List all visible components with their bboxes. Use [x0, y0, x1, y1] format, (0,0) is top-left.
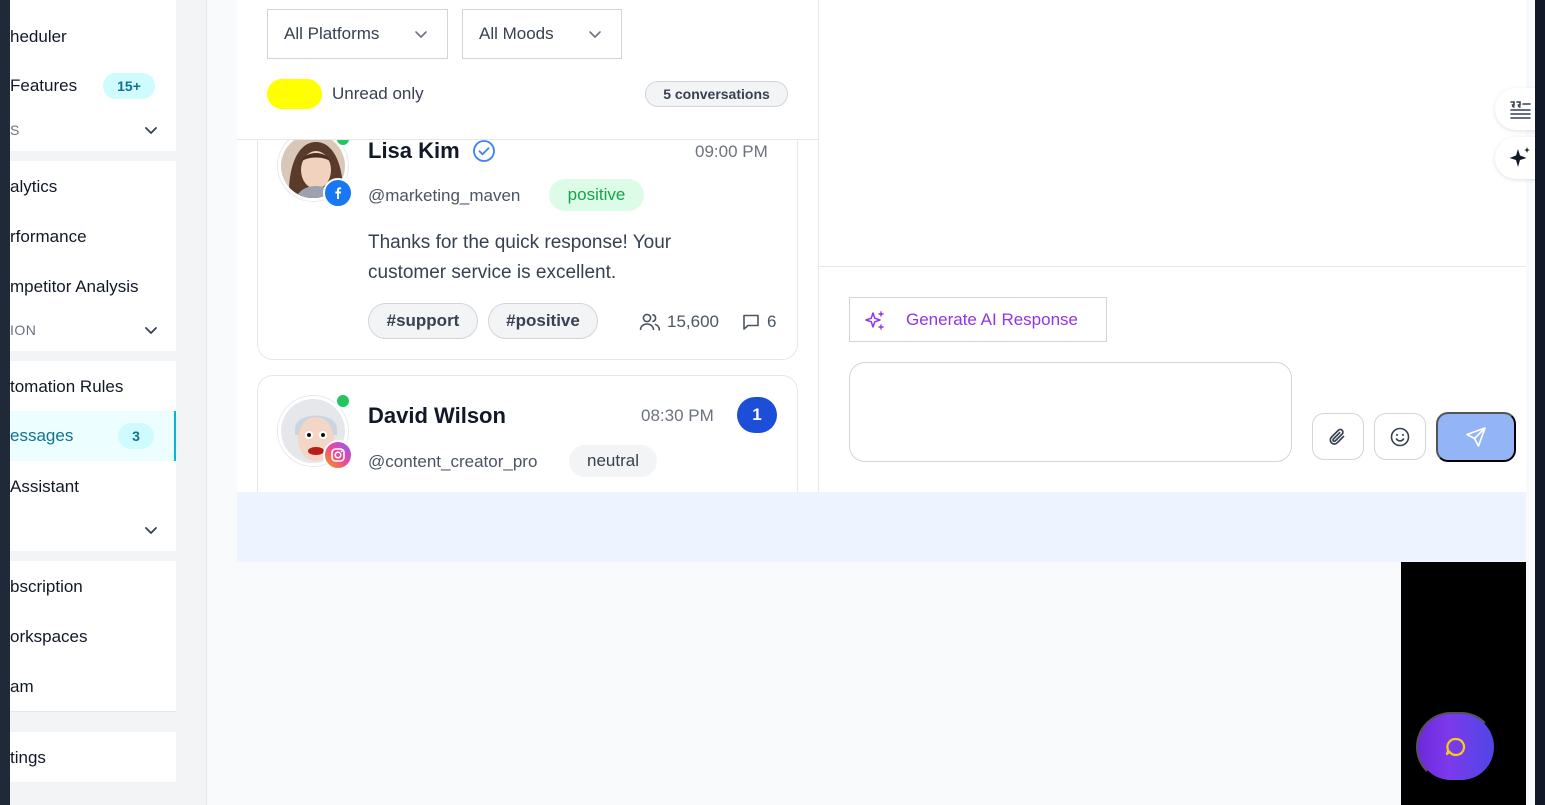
online-status-dot — [335, 393, 351, 409]
instagram-icon — [323, 440, 353, 470]
sidebar-item-label: Assistant — [10, 477, 79, 496]
sidebar-item-label: alytics — [10, 177, 58, 196]
sidebar-item-scheduler[interactable]: heduler — [10, 12, 176, 62]
sidebar-item-team[interactable]: am — [10, 662, 176, 712]
window-edge-left — [0, 0, 10, 805]
send-button[interactable] — [1436, 412, 1516, 462]
sidebar-item-label: essages — [10, 426, 74, 445]
chevron-down-icon — [145, 527, 157, 534]
contact-handle: @content_creator_pro — [368, 452, 538, 471]
comments-stat: 6 — [741, 312, 776, 332]
facebook-icon — [323, 178, 353, 208]
chevron-down-icon — [415, 31, 427, 38]
sidebar-section-label: S — [10, 122, 20, 138]
message-time: 08:30 PM — [641, 406, 714, 425]
sidebar-item-label: tings — [10, 748, 46, 767]
users-icon — [639, 313, 661, 331]
sparkles-icon — [865, 311, 884, 330]
mood-filter-dropdown[interactable]: All Moods — [462, 9, 622, 59]
unread-count-badge: 1 — [737, 397, 777, 433]
conversation-filters: All Platforms All Moods Unread only 5 co… — [237, 0, 818, 140]
paperclip-icon — [1329, 428, 1345, 445]
sidebar-section-toggle-2[interactable]: ION — [10, 310, 176, 350]
conversation-card[interactable]: Lisa Kim 09:00 PM @marketing_maven posit… — [257, 110, 798, 360]
message-time: 09:00 PM — [695, 142, 768, 161]
unread-only-label: Unread only — [332, 84, 424, 103]
sidebar-item-analytics[interactable]: alytics — [10, 162, 176, 212]
mood-badge: positive — [549, 179, 644, 211]
sidebar-item-automation-rules[interactable]: tomation Rules — [10, 362, 176, 412]
followers-stat: 15,600 — [639, 312, 719, 332]
mood-badge: neutral — [569, 445, 657, 477]
comment-icon — [743, 314, 759, 330]
sidebar-item-label: bscription — [10, 577, 83, 596]
tag-chip[interactable]: #support — [368, 303, 478, 339]
sidebar-item-features[interactable]: Features 15+ — [10, 61, 176, 111]
sidebar-item-label: am — [10, 677, 34, 696]
contact-handle: @marketing_maven — [368, 186, 521, 205]
sidebar-item-settings[interactable]: tings — [10, 733, 176, 783]
sidebar-item-performance[interactable]: rformance — [10, 212, 176, 262]
sidebar-item-label: Features — [10, 76, 78, 95]
features-count-badge: 15+ — [103, 73, 155, 99]
generate-ai-response-button[interactable]: Generate AI Response — [849, 297, 1107, 342]
support-chat-button[interactable] — [1416, 712, 1496, 782]
platform-filter-dropdown[interactable]: All Platforms — [267, 9, 448, 59]
followers-count: 15,600 — [667, 312, 719, 331]
sidebar-item-workspaces[interactable]: orkspaces — [10, 612, 176, 662]
chevron-down-icon — [589, 31, 601, 38]
chat-panel: Generate AI Response — [819, 0, 1526, 492]
sidebar-item-label: mpetitor Analysis — [10, 277, 139, 296]
sidebar-section-toggle-1[interactable]: S — [10, 110, 176, 150]
sidebar: heduler Features 15+ S alytics rformance… — [10, 0, 207, 805]
sidebar-section-label: ION — [10, 322, 37, 338]
sparkle-icon — [1509, 147, 1530, 167]
sidebar-item-competitor-analysis[interactable]: mpetitor Analysis — [10, 262, 176, 312]
window-edge-right — [1535, 0, 1545, 805]
chevron-down-icon — [145, 127, 157, 134]
chat-bubble-icon — [1445, 737, 1466, 757]
messages-count-badge: 3 — [118, 423, 154, 449]
content-footer-band — [237, 492, 1526, 562]
message-preview: Thanks for the quick response! Your cust… — [368, 232, 672, 283]
chevron-down-icon — [145, 327, 157, 334]
quote-lines-icon — [1510, 101, 1531, 119]
reply-input[interactable] — [849, 362, 1292, 462]
mood-filter-value: All Moods — [479, 24, 554, 43]
sidebar-item-label: tomation Rules — [10, 377, 124, 396]
conversation-count-badge: 5 conversations — [645, 81, 788, 107]
sidebar-item-label: orkspaces — [10, 627, 88, 646]
send-icon — [1466, 427, 1486, 447]
smile-icon — [1390, 427, 1410, 446]
conversation-card[interactable]: David Wilson 08:30 PM 1 @content_creator… — [257, 375, 798, 492]
verified-check-icon — [473, 140, 495, 162]
sidebar-item-label: heduler — [10, 27, 67, 46]
comments-count: 6 — [767, 312, 777, 331]
sidebar-item-messages[interactable]: essages 3 — [10, 411, 176, 461]
emoji-button[interactable] — [1374, 413, 1426, 460]
sidebar-section-toggle-3[interactable] — [10, 510, 176, 550]
conversation-list-panel: All Platforms All Moods Unread only 5 co… — [237, 0, 819, 492]
contact-name: Lisa Kim — [368, 138, 460, 163]
sidebar-item-subscription[interactable]: bscription — [10, 562, 176, 612]
tag-chip[interactable]: #positive — [488, 303, 598, 339]
unread-only-toggle[interactable] — [267, 79, 322, 109]
platform-filter-value: All Platforms — [284, 24, 380, 43]
chat-divider — [819, 266, 1526, 267]
generate-ai-response-label: Generate AI Response — [906, 309, 1079, 329]
attach-button[interactable] — [1312, 413, 1364, 460]
contact-name: David Wilson — [368, 403, 506, 428]
sidebar-item-ai-assistant[interactable]: Assistant — [10, 462, 176, 512]
sidebar-item-label: rformance — [10, 227, 87, 246]
